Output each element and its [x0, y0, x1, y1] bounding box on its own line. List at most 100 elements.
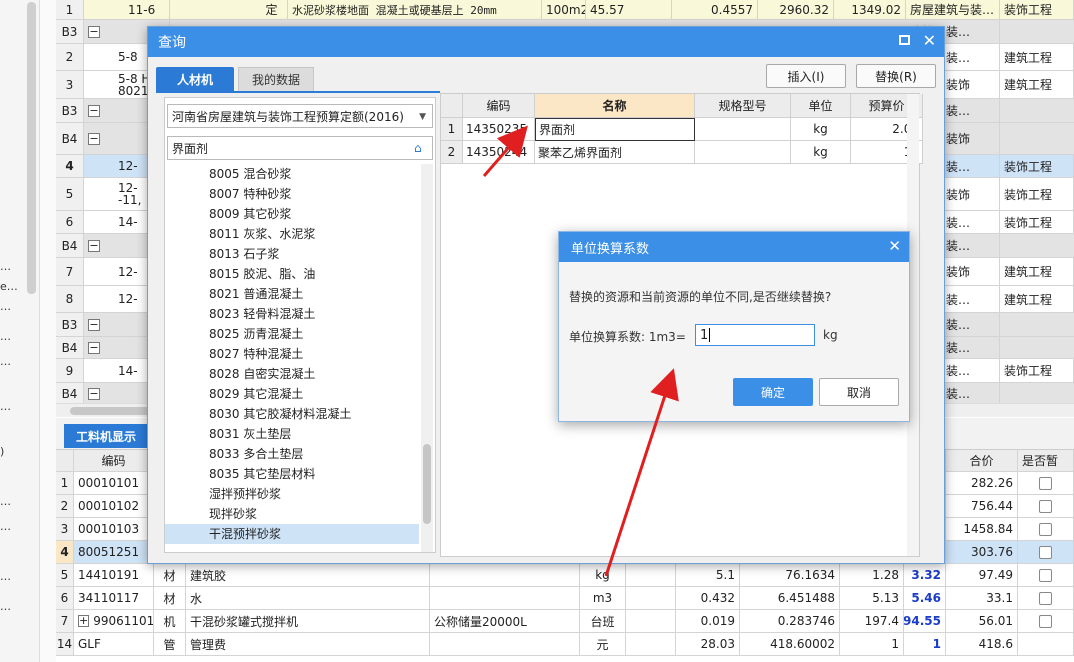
chevron-down-icon[interactable]: ▼ — [419, 112, 426, 122]
provisional-checkbox-cell[interactable] — [1018, 495, 1074, 517]
row-number[interactable]: 1 — [56, 472, 74, 494]
provisional-checkbox-cell[interactable] — [1018, 541, 1074, 563]
tab-resources[interactable]: 人材机 — [156, 67, 234, 91]
tree-item[interactable]: 8025 沥青混凝土 — [165, 324, 419, 344]
cancel-button[interactable]: 取消 — [819, 378, 899, 406]
tree-item[interactable]: 8013 石子浆 — [165, 244, 419, 264]
insert-button[interactable]: 插入(I) — [766, 64, 846, 88]
left-scrollbar[interactable] — [27, 2, 36, 294]
tree-item[interactable]: 干混预拌砂浆 — [165, 524, 419, 544]
row-number[interactable]: 2 — [56, 44, 84, 70]
row-number[interactable]: B4 — [56, 234, 84, 257]
checkbox[interactable] — [1039, 614, 1052, 628]
code-cell[interactable]: 14350244 — [463, 141, 535, 164]
row-number[interactable]: 14 — [56, 633, 74, 655]
row-number[interactable]: 4 — [56, 155, 84, 177]
table-row[interactable]: 14 GLF 管管理费 元 28.03 418.60002 1 1 418.6 — [56, 633, 1074, 656]
table-row[interactable]: 6 34110117 材水 m3 0.432 6.451488 5.13 5.46 33.1 — [56, 587, 1074, 610]
tree-item[interactable]: 8035 其它垫层材料 — [165, 464, 419, 484]
quota-select[interactable]: 河南省房屋建筑与装饰工程预算定额(2016) ▼ — [167, 104, 433, 128]
tree-item[interactable]: 湿拌预拌砂浆 — [165, 484, 419, 504]
row-number[interactable]: 8 — [56, 286, 84, 312]
search-input[interactable]: 界面剂 ⌂ — [167, 136, 433, 160]
tree-item[interactable]: 8028 自密实混凝土 — [165, 364, 419, 384]
row-number[interactable]: 5 — [56, 178, 84, 210]
col-header-name[interactable]: 名称 — [535, 94, 695, 118]
provisional-checkbox-cell[interactable] — [1018, 564, 1074, 586]
tree-item[interactable]: 8023 轻骨料混凝土 — [165, 304, 419, 324]
name-cell[interactable]: 聚苯乙烯界面剂 — [535, 141, 695, 164]
unit-cell[interactable]: kg — [791, 118, 851, 141]
row-number[interactable]: B4 — [56, 123, 84, 154]
provisional-checkbox-cell[interactable] — [1018, 472, 1074, 494]
tree-item[interactable]: 8005 混合砂浆 — [165, 164, 419, 184]
provisional-checkbox-cell[interactable] — [1018, 587, 1074, 609]
expand-icon[interactable]: − — [88, 318, 100, 331]
search-icon[interactable]: ⌂ — [414, 141, 428, 155]
row-number[interactable]: 7 — [56, 258, 84, 285]
tab-resource-display[interactable]: 工料机显示 — [64, 424, 148, 448]
expand-icon[interactable]: − — [88, 387, 100, 400]
name-cell[interactable]: 界面剂 — [535, 118, 695, 141]
tree-scroll-thumb[interactable] — [423, 444, 431, 524]
tree-item[interactable]: 8007 特种砂浆 — [165, 184, 419, 204]
row-number[interactable]: B4 — [56, 337, 84, 358]
checkbox[interactable] — [1039, 522, 1052, 536]
row-number[interactable]: 4 — [56, 541, 74, 563]
row-number[interactable]: 9 — [56, 359, 84, 382]
ok-button[interactable]: 确定 — [733, 378, 813, 406]
provisional-checkbox-cell[interactable] — [1018, 610, 1074, 632]
provisional-checkbox-cell[interactable] — [1018, 633, 1074, 655]
conversion-input[interactable]: 1 — [695, 324, 815, 346]
col-header-total[interactable]: 合价 — [946, 450, 1018, 471]
provisional-checkbox-cell[interactable] — [1018, 518, 1074, 540]
tree-item[interactable]: 8033 多合土垫层 — [165, 444, 419, 464]
expand-icon[interactable]: − — [88, 25, 100, 38]
table-row[interactable]: 7 +990611010 机干混砂浆罐式搅拌机 公称储量20000L 台班 0.019 0.… — [56, 610, 1074, 633]
tree-item[interactable]: 8021 普通混凝土 — [165, 284, 419, 304]
expand-icon[interactable]: − — [88, 132, 100, 145]
tree-item[interactable]: 8015 胶泥、脂、油 — [165, 264, 419, 284]
row-number[interactable]: 6 — [56, 587, 74, 609]
tree-item[interactable]: 8030 其它胶凝材料混凝土 — [165, 404, 419, 424]
checkbox[interactable] — [1039, 476, 1052, 490]
tree-item[interactable]: 8027 特种混凝土 — [165, 344, 419, 364]
table-row[interactable]: 1 11-6 定水泥砂浆楼地面 混凝土或硬基层上 20mm 100m2 45.57 0.4… — [56, 0, 1074, 20]
row-number[interactable]: 1 — [56, 0, 84, 19]
tab-my-data[interactable]: 我的数据 — [238, 67, 314, 91]
checkbox[interactable] — [1039, 591, 1052, 605]
row-number[interactable]: 2 — [56, 495, 74, 517]
expand-icon[interactable]: − — [88, 341, 100, 354]
row-number[interactable]: 2 — [441, 141, 463, 164]
tree-item[interactable]: 8009 其它砂浆 — [165, 204, 419, 224]
col-header-code[interactable]: 编码 — [74, 450, 154, 471]
row-number[interactable]: 7 — [56, 610, 74, 632]
tree-scrollbar[interactable] — [421, 164, 433, 552]
unit-cell[interactable]: kg — [791, 141, 851, 164]
table-row[interactable]: 5 14410191 材建筑胶 kg 5.1 76.1634 1.28 3.32 97.49 — [56, 564, 1074, 587]
row-number[interactable]: B3 — [56, 20, 84, 43]
row-number[interactable]: B3 — [56, 99, 84, 122]
row-number[interactable]: B4 — [56, 383, 84, 404]
tree-item[interactable]: 8031 灰土垫层 — [165, 424, 419, 444]
checkbox[interactable] — [1039, 499, 1052, 513]
tree-item[interactable]: 8011 灰浆、水泥浆 — [165, 224, 419, 244]
tree-item[interactable]: 现拌砂浆 — [165, 504, 419, 524]
spec-cell[interactable] — [695, 118, 791, 141]
spec-cell[interactable] — [695, 141, 791, 164]
tree-item[interactable]: 8029 其它混凝土 — [165, 384, 419, 404]
checkbox[interactable] — [1039, 545, 1052, 559]
maximize-icon[interactable] — [899, 35, 910, 45]
row-number[interactable]: 3 — [56, 71, 84, 98]
col-header-code[interactable]: 编码 — [463, 94, 535, 118]
row-number[interactable]: 6 — [56, 211, 84, 233]
close-icon[interactable]: ✕ — [888, 237, 901, 255]
row-number[interactable]: B3 — [56, 313, 84, 336]
code-cell[interactable]: 14350235 — [463, 118, 535, 141]
replace-button[interactable]: 替换(R) — [856, 64, 936, 88]
expand-icon[interactable]: − — [88, 104, 100, 117]
col-header-spec[interactable]: 规格型号 — [695, 94, 791, 118]
row-number[interactable]: 5 — [56, 564, 74, 586]
expand-icon[interactable]: − — [88, 239, 100, 252]
expand-icon[interactable]: + — [78, 615, 90, 627]
